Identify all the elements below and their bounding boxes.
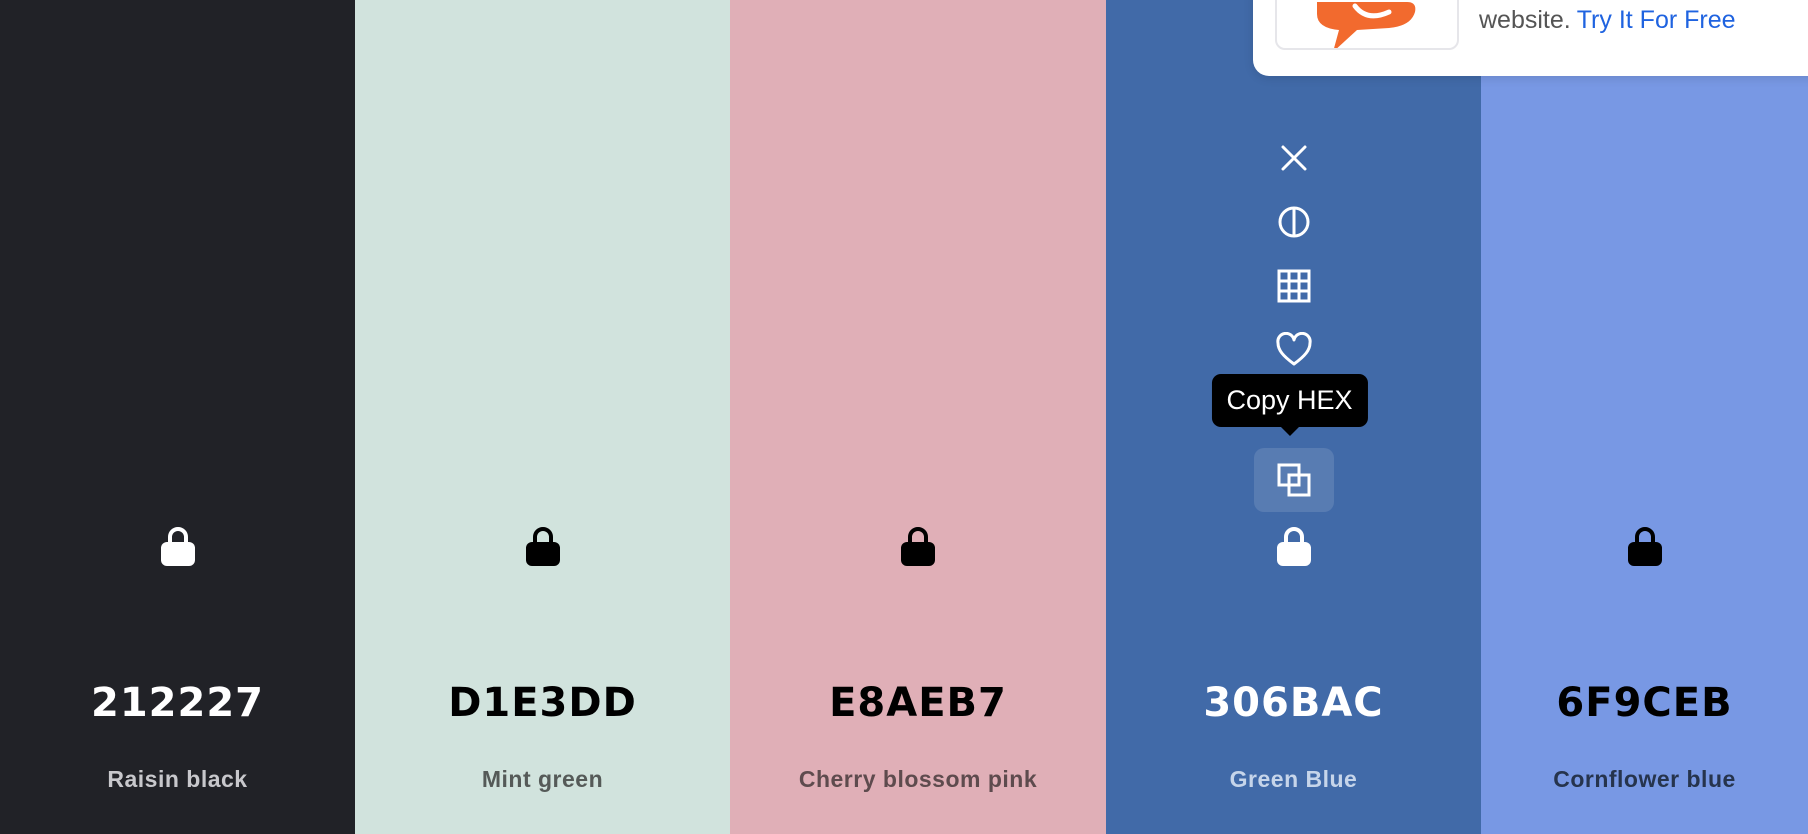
- color-name: Raisin black: [107, 766, 248, 792]
- try-free-link[interactable]: Try It For Free: [1577, 6, 1736, 34]
- lock-icon[interactable]: [898, 524, 938, 568]
- promo-thumbnail: [1275, 0, 1459, 50]
- color-column-raisin-black[interactable]: 212227 Raisin black: [0, 0, 355, 834]
- shades-button[interactable]: [1274, 202, 1314, 242]
- color-hex[interactable]: 6F9CEB: [1481, 680, 1808, 726]
- color-column-cornflower-blue[interactable]: 6F9CEB Cornflower blue: [1481, 0, 1808, 834]
- contrast-icon: [1278, 206, 1309, 238]
- remove-color-button[interactable]: [1274, 138, 1314, 178]
- grid-icon: [1277, 269, 1310, 303]
- color-name: Cornflower blue: [1553, 766, 1736, 792]
- lock-icon[interactable]: [1274, 524, 1314, 568]
- color-hex[interactable]: 212227: [0, 680, 355, 726]
- color-column-mint-green[interactable]: D1E3DD Mint green: [355, 0, 730, 834]
- copy-hex-button[interactable]: [1253, 448, 1334, 512]
- palette: 212227 Raisin black D1E3DD Mint green E8…: [0, 0, 1808, 834]
- close-icon: [1281, 145, 1306, 171]
- color-hex[interactable]: 306BAC: [1106, 680, 1481, 726]
- color-name: Cherry blossom pink: [798, 766, 1038, 792]
- color-hex[interactable]: E8AEB7: [730, 680, 1106, 726]
- color-column-cherry-blossom-pink[interactable]: E8AEB7 Cherry blossom pink: [730, 0, 1106, 834]
- color-name: Green Blue: [1229, 766, 1358, 792]
- chat-bubble-icon: [1317, 2, 1416, 48]
- promo-text: website. Try It For Free: [1479, 6, 1736, 35]
- promo-popup: website. Try It For Free: [1253, 0, 1808, 76]
- color-column-green-blue[interactable]: Copy HEX 306BAC Green Blue: [1106, 0, 1481, 834]
- color-hex[interactable]: D1E3DD: [355, 680, 730, 726]
- copy-icon: [1277, 463, 1310, 497]
- heart-icon: [1275, 332, 1312, 366]
- view-shades-button[interactable]: [1274, 266, 1314, 306]
- lock-icon[interactable]: [1625, 524, 1665, 568]
- favorite-button[interactable]: [1274, 330, 1314, 370]
- lock-icon[interactable]: [523, 524, 563, 568]
- color-name: Mint green: [481, 766, 604, 792]
- promo-body: website.: [1479, 6, 1571, 34]
- copy-hex-tooltip: Copy HEX: [1211, 374, 1368, 427]
- lock-icon[interactable]: [158, 524, 198, 568]
